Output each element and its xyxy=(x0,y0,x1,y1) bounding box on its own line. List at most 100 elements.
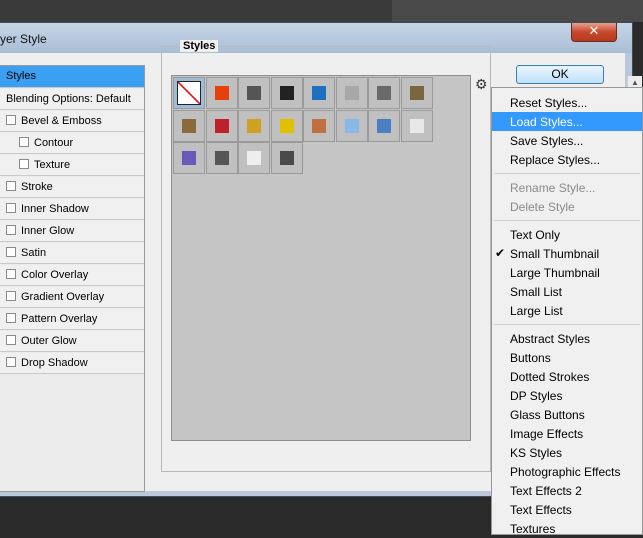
menu-item-ks-styles[interactable]: KS Styles xyxy=(492,443,642,462)
style-swatch[interactable] xyxy=(205,109,238,142)
style-list-item-texture[interactable]: Texture xyxy=(0,155,144,176)
style-swatch[interactable] xyxy=(270,109,303,142)
menu-item-label: Buttons xyxy=(510,351,551,365)
gear-icon[interactable]: ⚙ xyxy=(475,76,488,93)
menu-item-abstract-styles[interactable]: Abstract Styles xyxy=(492,329,642,348)
menu-item-large-list[interactable]: Large List xyxy=(492,301,642,320)
style-swatch[interactable] xyxy=(303,77,335,109)
style-list-item-pattern-overlay[interactable]: Pattern Overlay xyxy=(0,309,144,330)
checkmark-icon: ✔ xyxy=(495,246,506,260)
background-light-area xyxy=(392,0,643,22)
style-list-item-styles[interactable]: Styles xyxy=(0,66,144,88)
style-list-label: Stroke xyxy=(21,181,53,193)
checkbox[interactable] xyxy=(6,203,16,213)
dark-square-icon xyxy=(279,151,294,165)
style-swatch[interactable] xyxy=(205,142,238,174)
style-swatch[interactable] xyxy=(205,77,238,109)
checkbox[interactable] xyxy=(6,247,16,257)
checkbox[interactable] xyxy=(6,313,16,323)
menu-item-save-styles[interactable]: Save Styles... xyxy=(492,131,642,150)
style-list-label: Bevel & Emboss xyxy=(21,115,102,127)
checkbox[interactable] xyxy=(19,159,29,169)
style-swatch[interactable] xyxy=(238,109,270,142)
menu-item-textures[interactable]: Textures xyxy=(492,519,642,538)
style-swatch[interactable] xyxy=(270,77,303,109)
style-swatch[interactable] xyxy=(270,142,303,174)
menu-item-small-thumbnail[interactable]: ✔ Small Thumbnail xyxy=(492,244,642,263)
menu-item-dotted-strokes[interactable]: Dotted Strokes xyxy=(492,367,642,386)
style-list-item-inner-shadow[interactable]: Inner Shadow xyxy=(0,199,144,220)
style-list-item-outer-glow[interactable]: Outer Glow xyxy=(0,331,144,352)
style-swatch[interactable] xyxy=(400,77,433,109)
menu-item-buttons[interactable]: Buttons xyxy=(492,348,642,367)
styles-context-menu: Reset Styles... Load Styles... Save Styles… xyxy=(491,87,643,538)
chrome-icon xyxy=(377,86,391,100)
menu-item-reset-styles[interactable]: Reset Styles... xyxy=(492,93,642,112)
style-list-item-contour[interactable]: Contour xyxy=(0,133,144,154)
style-list-item-blending-options-default[interactable]: Blending Options: Default xyxy=(0,89,144,110)
menu-item-photographic-effects[interactable]: Photographic Effects xyxy=(492,462,642,481)
checkbox[interactable] xyxy=(6,115,16,125)
style-swatch[interactable] xyxy=(368,109,400,142)
style-swatch[interactable] xyxy=(173,109,205,142)
menu-item-label: Large List xyxy=(510,304,563,318)
style-list-item-inner-glow[interactable]: Inner Glow xyxy=(0,221,144,242)
style-list-label: Gradient Overlay xyxy=(21,291,105,303)
no-style-icon xyxy=(177,81,201,105)
checkbox[interactable] xyxy=(6,291,16,301)
ok-button[interactable]: OK xyxy=(516,65,604,84)
menu-item-large-thumbnail[interactable]: Large Thumbnail xyxy=(492,263,642,282)
checkbox[interactable] xyxy=(6,335,16,345)
menu-item-text-only[interactable]: Text Only xyxy=(492,225,642,244)
style-list-label: Texture xyxy=(34,159,71,171)
checkbox[interactable] xyxy=(6,181,16,191)
checkbox[interactable] xyxy=(19,137,29,147)
menu-item-label: Photographic Effects xyxy=(510,465,621,479)
menu-separator xyxy=(494,324,640,325)
style-list-item-bevel-emboss[interactable]: Bevel & Emboss xyxy=(0,111,144,132)
menu-item-label: Abstract Styles xyxy=(510,332,591,346)
style-list-item-gradient-overlay[interactable]: Gradient Overlay xyxy=(0,287,144,308)
checkbox[interactable] xyxy=(6,269,16,279)
white-frame-icon xyxy=(247,86,261,100)
style-list-panel: Styles Blending Options: Default Bevel & E… xyxy=(0,65,145,492)
style-list-item-color-overlay[interactable]: Color Overlay xyxy=(0,265,144,286)
style-list-label: Drop Shadow xyxy=(21,357,88,369)
menu-item-label: Save Styles... xyxy=(510,134,584,148)
style-swatch[interactable] xyxy=(303,109,335,142)
menu-item-label: Text Effects xyxy=(510,503,572,517)
menu-item-load-styles[interactable]: Load Styles... xyxy=(492,112,642,131)
style-list-label: Contour xyxy=(34,137,74,149)
menu-item-small-list[interactable]: Small List xyxy=(492,282,642,301)
menu-item-dp-styles[interactable]: DP Styles xyxy=(492,386,642,405)
sparkle-icon xyxy=(409,118,424,133)
close-button[interactable]: ✕ xyxy=(571,23,617,42)
style-list-item-satin[interactable]: Satin xyxy=(0,243,144,264)
checkbox[interactable] xyxy=(6,225,16,235)
style-swatch[interactable] xyxy=(400,109,433,142)
style-list-label: Blending Options: Default xyxy=(6,93,131,105)
style-list-item-stroke[interactable]: Stroke xyxy=(0,177,144,198)
style-swatch[interactable] xyxy=(335,77,368,109)
menu-item-label: Image Effects xyxy=(510,427,584,441)
rainbow-icon xyxy=(247,118,261,133)
style-swatch[interactable] xyxy=(238,142,270,174)
menu-item-replace-styles[interactable]: Replace Styles... xyxy=(492,150,642,169)
menu-item-text-effects-2[interactable]: Text Effects 2 xyxy=(492,481,642,500)
yellow-frame-icon xyxy=(279,118,294,133)
menu-item-label: Load Styles... xyxy=(510,115,583,129)
style-list-label: Inner Shadow xyxy=(21,203,89,215)
light-blue-icon xyxy=(344,118,359,133)
style-swatch[interactable] xyxy=(173,142,205,174)
menu-item-glass-buttons[interactable]: Glass Buttons xyxy=(492,405,642,424)
checkbox[interactable] xyxy=(6,357,16,367)
menu-item-image-effects[interactable]: Image Effects xyxy=(492,424,642,443)
sunset-icon xyxy=(377,118,391,133)
style-swatch[interactable] xyxy=(368,77,400,109)
style-list-item-drop-shadow[interactable]: Drop Shadow xyxy=(0,353,144,374)
style-swatch[interactable] xyxy=(238,77,270,109)
style-swatch[interactable] xyxy=(173,77,205,109)
style-swatch[interactable] xyxy=(335,109,368,142)
menu-item-text-effects[interactable]: Text Effects xyxy=(492,500,642,519)
menu-separator xyxy=(494,220,640,221)
